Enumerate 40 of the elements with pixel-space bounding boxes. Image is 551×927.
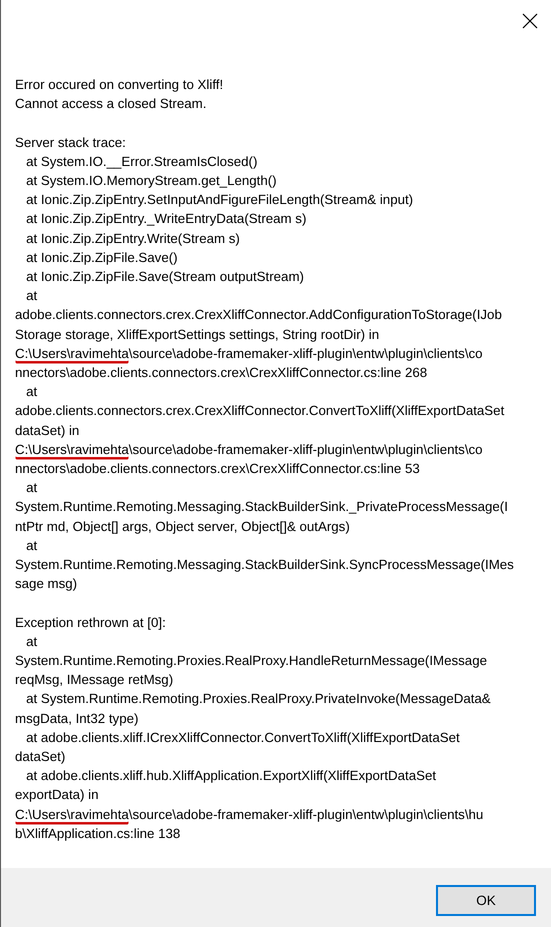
message-line: at <box>25 536 38 555</box>
message-line: at <box>25 632 38 651</box>
message-line: at <box>25 383 38 402</box>
message-line: C:\Users\ravimehta\source\adobe-framemaker-xliff-plugin\entw\plugin\clients\co <box>15 440 483 460</box>
message-line: Storage storage, XliffExportSettings settings, String rootDir) in <box>15 326 380 344</box>
message-line: Server stack trace: <box>15 134 126 152</box>
message-line: C:\Users\ravimehta\source\adobe-framemaker-xliff-plugin\entw\plugin\clients\hu <box>15 806 484 824</box>
message-line: at Ionic.Zip.ZipFile.Save(Stream outputStream) <box>25 268 304 286</box>
close-icon <box>522 13 538 29</box>
message-line: exportData) in <box>15 786 99 804</box>
message-line: C:\Users\ravimehta\source\adobe-framemaker-xliff-plugin\entw\plugin\clients\co <box>15 344 483 364</box>
message-line: Exception rethrown at [0]: <box>15 614 166 632</box>
message-line: b\XliffApplication.cs:line 138 <box>15 824 180 843</box>
message-line: at Ionic.Zip.ZipFile.Save() <box>25 248 178 267</box>
message-line: dataSet) <box>15 748 66 766</box>
message-line: adobe.clients.connectors.crex.CrexXliffConnector.AddConfigurationToStorage(IJob <box>15 306 502 324</box>
message-line: at adobe.clients.xliff.ICrexXliffConnector.ConvertToXliff(XliffExportDataSet <box>25 728 460 747</box>
message-line: at adobe.clients.xliff.hub.XliffApplication.ExportXliff(XliffExportDataSet <box>25 767 436 786</box>
message-line: sage msg) <box>15 575 78 594</box>
message-line: at Ionic.Zip.ZipEntry.Write(Stream s) <box>25 230 240 248</box>
message-line: at System.IO.MemoryStream.get_Length() <box>25 172 277 190</box>
message-line: System.Runtime.Remoting.Proxies.RealProxy.HandleReturnMessage(IMessage <box>15 652 487 670</box>
ok-button[interactable]: OK <box>436 885 536 916</box>
message-line: at System.IO.__Error.StreamIsClosed() <box>25 152 258 171</box>
message-line: adobe.clients.connectors.crex.CrexXliffConnector.ConvertToXliff(XliffExportDataSet <box>15 402 504 420</box>
message-line: at System.Runtime.Remoting.Proxies.RealProxy.PrivateInvoke(MessageData& <box>25 690 491 708</box>
message-line: ntPtr md, Object[] args, Object server, Object[]& outArgs) <box>15 518 350 536</box>
message-line: Error occured on converting to Xliff! <box>15 76 224 94</box>
message-line: at Ionic.Zip.ZipEntry._WriteEntryData(Stream s) <box>25 210 306 228</box>
message-line: Cannot access a closed Stream. <box>15 95 206 114</box>
message-line: nnectors\adobe.clients.connectors.crex\CrexXliffConnector.cs:line 53 <box>15 460 420 478</box>
message-line: msgData, Int32 type) <box>15 710 138 728</box>
message-line: at Ionic.Zip.ZipEntry.SetInputAndFigureFileLength(Stream& input) <box>25 191 414 210</box>
message-line: dataSet) in <box>15 422 80 440</box>
message-line: System.Runtime.Remoting.Messaging.StackBuilderSink.SyncProcessMessage(IMes <box>15 556 514 574</box>
message-line: nnectors\adobe.clients.connectors.crex\CrexXliffConnector.cs:line 268 <box>15 364 428 382</box>
message-line: at <box>25 287 38 306</box>
message-line: System.Runtime.Remoting.Messaging.StackBuilderSink._PrivateProcessMessage(I <box>15 498 508 516</box>
message-line: at <box>25 479 38 498</box>
message-line: reqMsg, IMessage retMsg) <box>15 671 174 690</box>
